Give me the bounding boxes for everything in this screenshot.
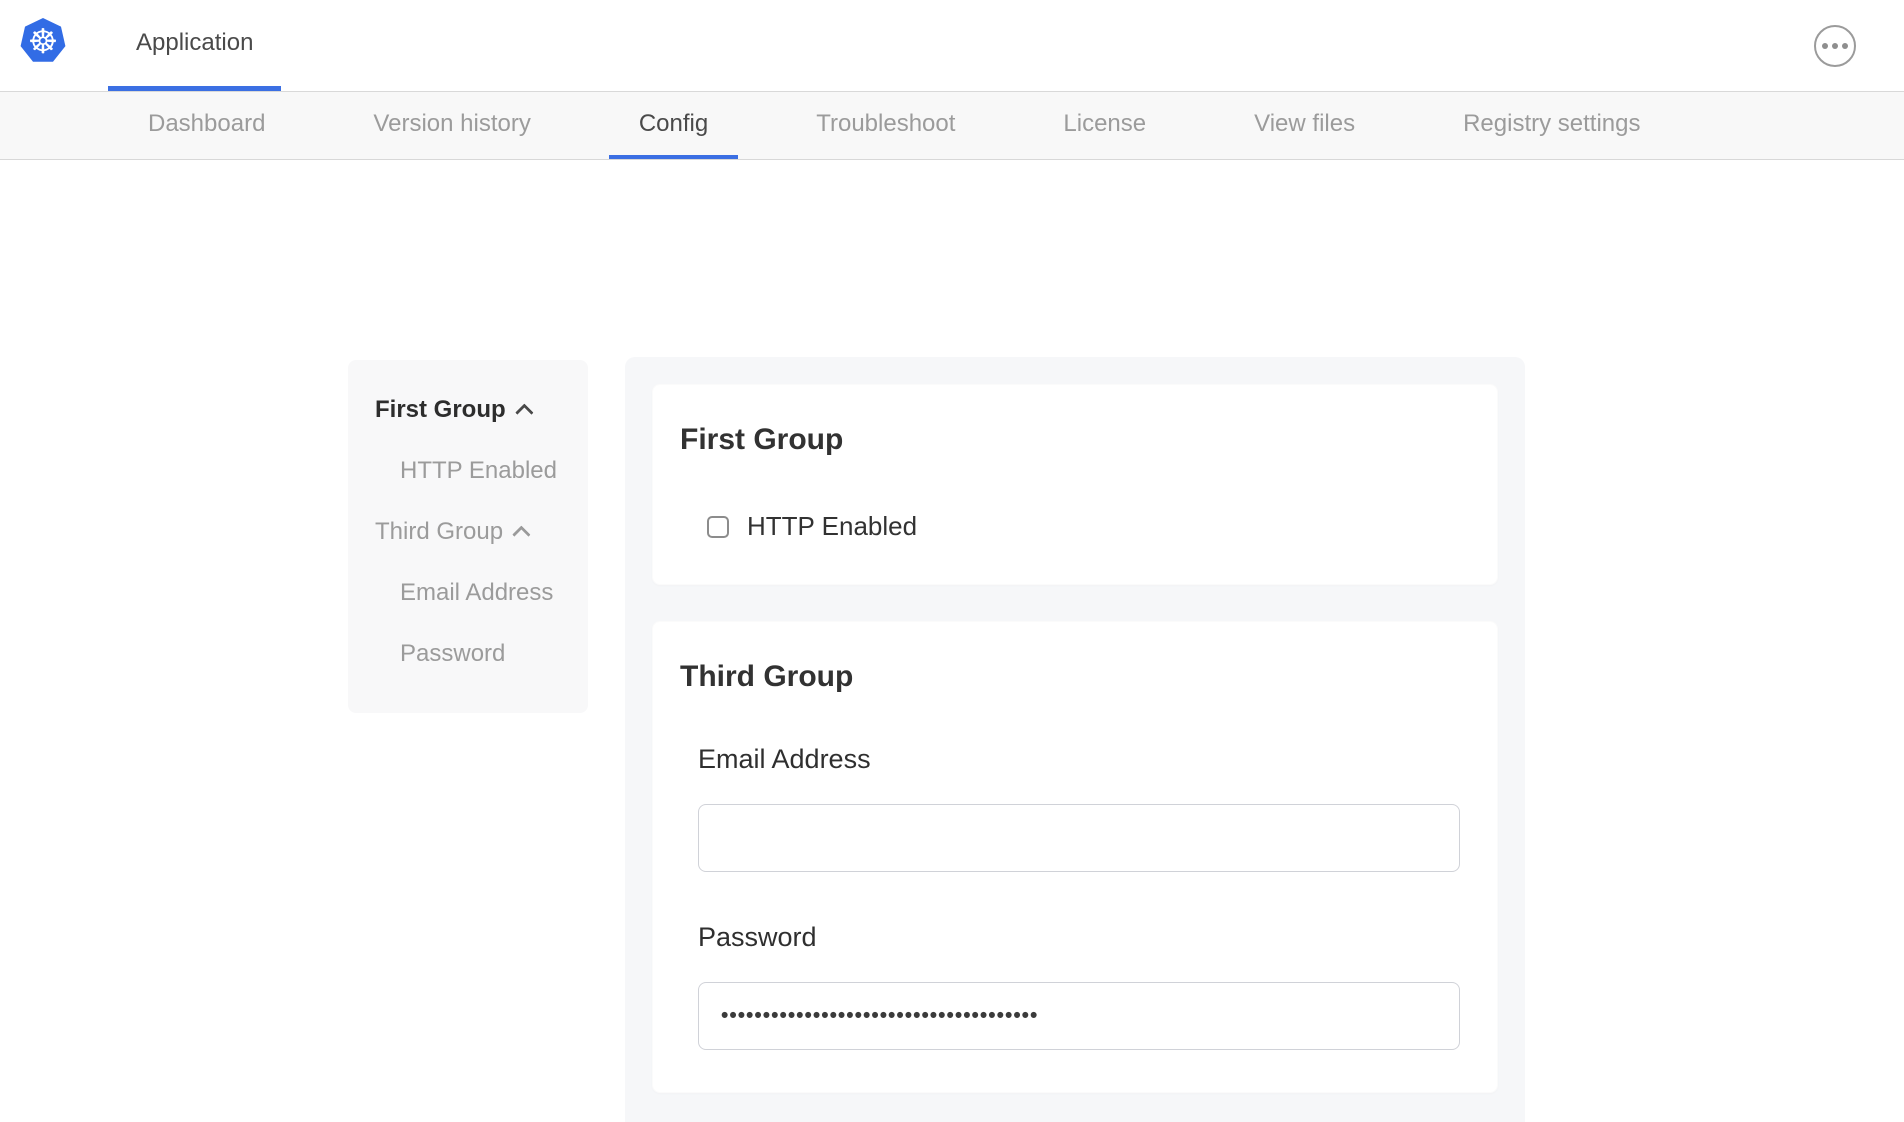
- tab-troubleshoot[interactable]: Troubleshoot: [786, 92, 985, 159]
- password-field: Password: [698, 922, 1457, 1050]
- tab-application[interactable]: Application: [108, 0, 281, 91]
- sidebar-group-label: First Group: [375, 396, 506, 424]
- http-enabled-field[interactable]: HTTP Enabled: [707, 511, 1457, 542]
- password-input[interactable]: [698, 982, 1460, 1050]
- config-group-card-first: First Group HTTP Enabled: [652, 384, 1498, 585]
- ellipsis-dot-icon: [1842, 43, 1848, 49]
- overflow-menu-button[interactable]: [1814, 25, 1856, 67]
- ellipsis-dot-icon: [1822, 43, 1828, 49]
- sidebar-item-email-address[interactable]: Email Address: [400, 579, 566, 607]
- kubernetes-heptagon-icon: ☸: [20, 18, 66, 64]
- sidebar-group-third-group[interactable]: Third Group: [375, 518, 566, 546]
- config-page: First Group HTTP Enabled Third Group Ema…: [0, 160, 1904, 1122]
- chevron-up-icon[interactable]: [515, 403, 533, 421]
- top-bar: ☸ Application: [0, 0, 1904, 92]
- sidebar-item-http-enabled[interactable]: HTTP Enabled: [400, 457, 566, 485]
- config-sidebar: First Group HTTP Enabled Third Group Ema…: [348, 360, 588, 713]
- group-title-first: First Group: [680, 423, 1457, 457]
- helm-wheel-icon: ☸: [28, 25, 58, 59]
- sidebar-group-label: Third Group: [375, 518, 503, 546]
- config-group-card-third: Third Group Email Address Password: [652, 621, 1498, 1093]
- chevron-up-icon[interactable]: [512, 525, 530, 543]
- tab-registry-settings[interactable]: Registry settings: [1433, 92, 1670, 159]
- application-tab-label: Application: [136, 29, 253, 57]
- email-address-input[interactable]: [698, 804, 1460, 872]
- email-address-label: Email Address: [698, 744, 1457, 774]
- app-nav: Dashboard Version history Config Trouble…: [0, 92, 1904, 160]
- email-address-field: Email Address: [698, 744, 1457, 872]
- ellipsis-dot-icon: [1832, 43, 1838, 49]
- http-enabled-checkbox[interactable]: [707, 516, 729, 538]
- group-title-third: Third Group: [680, 660, 1457, 694]
- tab-license[interactable]: License: [1033, 92, 1176, 159]
- sidebar-group-first-group[interactable]: First Group: [375, 396, 566, 424]
- sidebar-item-password[interactable]: Password: [400, 640, 566, 668]
- tab-dashboard[interactable]: Dashboard: [118, 92, 295, 159]
- kubernetes-logo: ☸: [20, 18, 66, 64]
- tab-config[interactable]: Config: [609, 92, 738, 159]
- tab-view-files[interactable]: View files: [1224, 92, 1385, 159]
- tab-version-history[interactable]: Version history: [343, 92, 560, 159]
- config-form-panel: First Group HTTP Enabled Third Group Ema…: [625, 357, 1525, 1122]
- password-label: Password: [698, 922, 1457, 952]
- http-enabled-label: HTTP Enabled: [747, 511, 917, 542]
